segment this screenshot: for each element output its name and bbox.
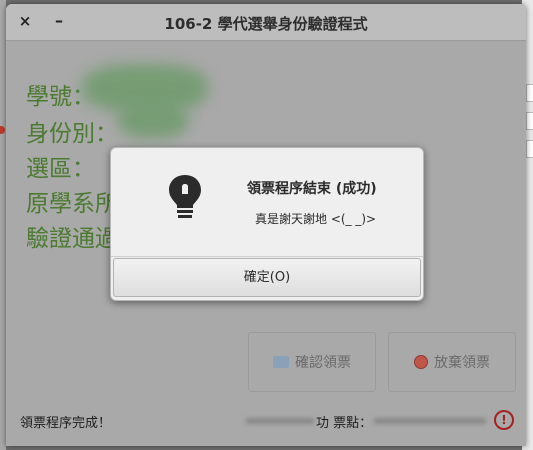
ok-button[interactable]: 確定(O)	[113, 258, 421, 297]
confirm-ticket-button[interactable]: 確認領票	[248, 332, 376, 392]
title-bar: × – 106-2 學代選舉身份驗證程式	[6, 4, 526, 41]
redacted-ticket-point	[374, 418, 486, 424]
redacted-ticket-info	[246, 418, 314, 424]
background-red-indicator	[0, 126, 5, 134]
background-widget	[526, 112, 533, 130]
background-widget	[526, 140, 533, 158]
dialog-message: 真是謝天謝地 <(_ _)>	[255, 212, 377, 226]
success-dialog: 領票程序結束 (成功) 真是謝天謝地 <(_ _)> 確定(O)	[110, 147, 424, 301]
window-title: 106-2 學代選舉身份驗證程式	[164, 15, 368, 33]
warning-icon: !	[494, 410, 514, 430]
abandon-ticket-label: 放棄領票	[434, 355, 490, 371]
background-widget	[526, 84, 533, 102]
stop-icon	[414, 355, 428, 369]
identity-label: 身份別：	[26, 121, 118, 147]
dialog-separator	[111, 256, 423, 257]
abandon-ticket-button[interactable]: 放棄領票	[388, 332, 516, 392]
redacted-identity	[118, 104, 188, 138]
confirm-ticket-label: 確認領票	[295, 355, 351, 371]
lightbulb-icon	[169, 175, 201, 218]
ticket-point-label: 功 票點：	[316, 416, 373, 431]
verify-label: 驗證通過	[26, 226, 118, 252]
confirm-icon	[273, 356, 289, 368]
district-label: 選區：	[26, 156, 95, 182]
original-dept-label: 原學系所	[26, 191, 118, 217]
status-message: 領票程序完成！	[20, 416, 112, 431]
dialog-title: 領票程序結束 (成功)	[247, 181, 377, 197]
